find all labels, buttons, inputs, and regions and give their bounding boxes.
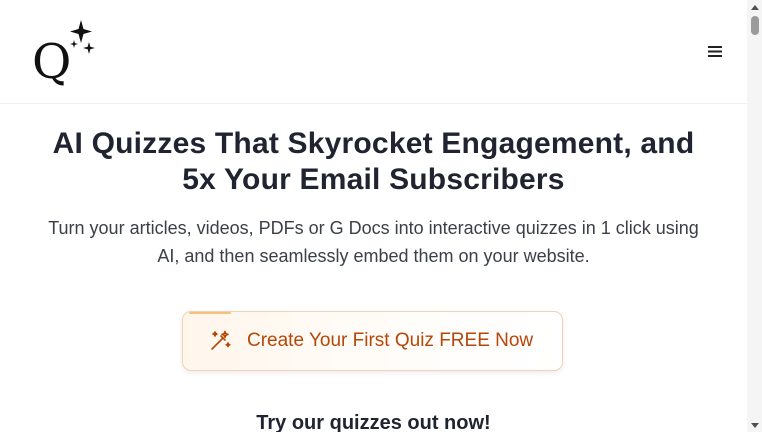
scroll-up-arrow-icon[interactable] (747, 0, 762, 14)
hamburger-menu-button[interactable] (704, 40, 726, 62)
hero-title: AI Quizzes That Skyrocket Engagement, an… (0, 104, 747, 198)
hero-title-line-1: AI Quizzes That Skyrocket Engagement, an… (52, 127, 695, 160)
hamburger-menu-icon (708, 45, 722, 57)
browser-viewport: Q AI Quizzes That Skyrocket Engagement, … (0, 0, 762, 432)
q-sparkle-logo-icon: Q (32, 20, 95, 90)
site-header: Q (0, 0, 747, 104)
hero-title-line-2: 5x Your Email Subscribers (182, 163, 565, 196)
magic-wand-icon (208, 329, 232, 353)
create-quiz-button[interactable]: Create Your First Quiz FREE Now (182, 311, 563, 371)
hero-subtitle-line-2: AI, and then seamlessly embed them on yo… (157, 246, 590, 266)
hero-subtitle: Turn your articles, videos, PDFs or G Do… (9, 214, 739, 270)
create-quiz-button-label: Create Your First Quiz FREE Now (247, 330, 534, 351)
scroll-down-arrow-icon[interactable] (747, 418, 762, 432)
page: Q AI Quizzes That Skyrocket Engagement, … (0, 0, 747, 432)
site-logo[interactable]: Q (32, 18, 96, 90)
hero-section: AI Quizzes That Skyrocket Engagement, an… (0, 104, 747, 270)
svg-text:Q: Q (32, 34, 71, 88)
button-accent-line (189, 312, 231, 314)
hero-subtitle-line-1: Turn your articles, videos, PDFs or G Do… (48, 218, 699, 238)
scrollbar-thumb[interactable] (751, 16, 759, 35)
vertical-scrollbar[interactable] (747, 0, 762, 432)
try-quizzes-heading: Try our quizzes out now! (256, 412, 491, 432)
